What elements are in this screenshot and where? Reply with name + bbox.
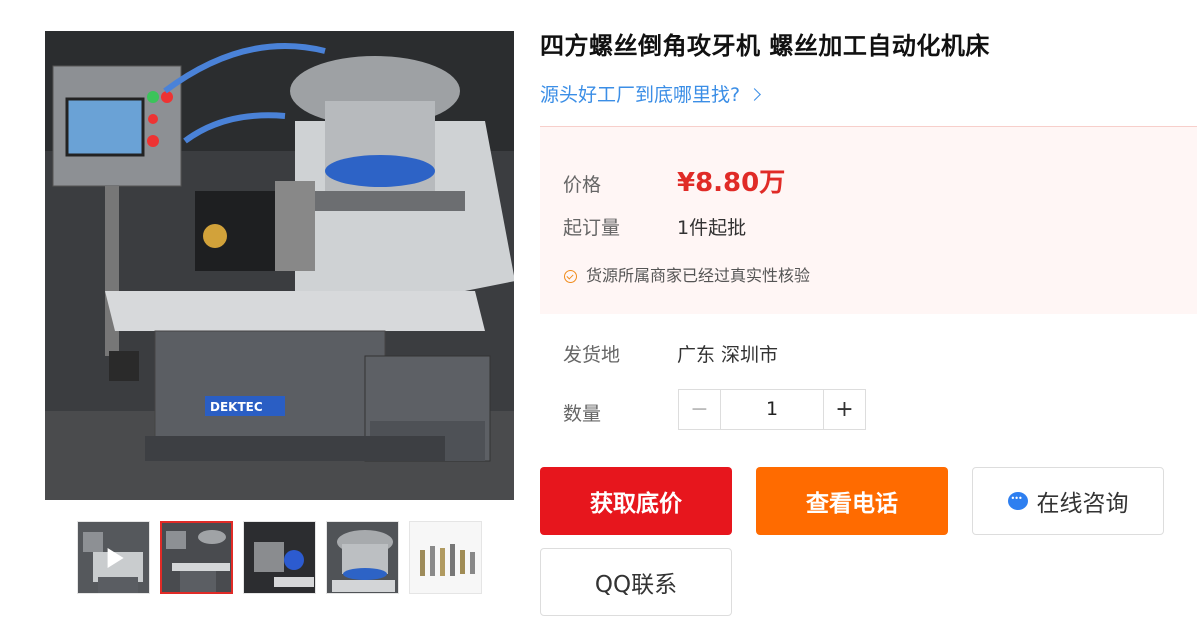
thumbnail-machine-front[interactable] <box>160 521 233 594</box>
decrease-button[interactable]: − <box>679 390 721 429</box>
play-icon <box>107 547 124 568</box>
quantity-label: 数量 <box>563 403 602 425</box>
source-factory-link[interactable]: 源头好工厂到底哪里找? <box>540 80 761 107</box>
verify-text: 货源所属商家已经过真实性核验 <box>586 266 811 285</box>
ship-from-label: 发货地 <box>563 344 621 366</box>
get-lowest-price-button[interactable]: 获取底价 <box>540 467 732 535</box>
view-phone-button[interactable]: 查看电话 <box>756 467 948 535</box>
quantity-stepper: − 1 + <box>678 389 866 430</box>
quantity-row: 数量 <box>563 399 677 426</box>
chat-bubble-icon <box>1007 492 1028 510</box>
main-product-image[interactable]: DEKTEC <box>45 31 514 500</box>
online-chat-label: 在线咨询 <box>1036 491 1129 517</box>
product-title: 四方螺丝倒角攻牙机 螺丝加工自动化机床 <box>540 32 990 60</box>
thumbnail-video[interactable] <box>77 521 150 594</box>
verified-check-icon <box>564 270 577 283</box>
increase-button[interactable]: + <box>823 390 865 429</box>
ship-from-row: 发货地 广东 深圳市 <box>563 340 778 367</box>
moq-label: 起订量 <box>563 217 621 239</box>
verification-note: 货源所属商家已经过真实性核验 <box>564 262 810 286</box>
qq-contact-button[interactable]: QQ联系 <box>540 548 732 616</box>
quantity-input[interactable]: 1 <box>721 390 823 429</box>
online-chat-button[interactable]: 在线咨询 <box>972 467 1164 535</box>
price-label: 价格 <box>563 174 602 196</box>
price-value: ¥8.80万 <box>677 168 786 198</box>
source-link-label: 源头好工厂到底哪里找? <box>540 84 741 106</box>
moq-row: 起订量 1件起批 <box>563 213 746 240</box>
price-row: 价格 ¥8.80万 <box>563 162 785 199</box>
thumbnail-strip <box>77 521 482 594</box>
thumbnail-feeder-bowl[interactable] <box>326 521 399 594</box>
brand-plate-text: DEKTEC <box>210 400 263 414</box>
thumbnail-screw-samples[interactable] <box>409 521 482 594</box>
ship-from-value: 广东 深圳市 <box>677 344 779 366</box>
chevron-right-icon <box>748 88 761 101</box>
moq-value: 1件起批 <box>677 217 747 239</box>
thumbnail-machine-detail[interactable] <box>243 521 316 594</box>
